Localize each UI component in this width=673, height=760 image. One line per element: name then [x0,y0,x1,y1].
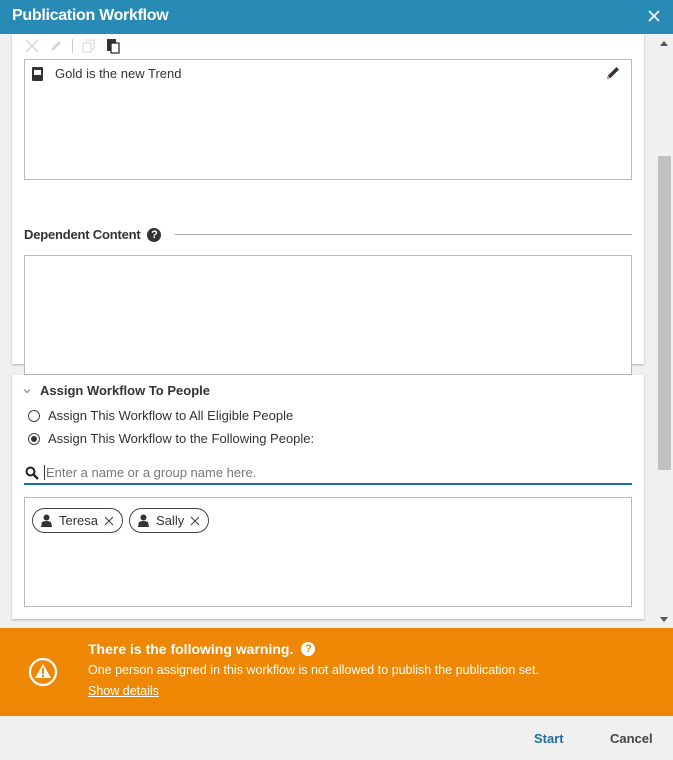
radio-label: Assign This Workflow to All Eligible Peo… [48,408,294,423]
radio-label: Assign This Workflow to the Following Pe… [48,431,315,446]
remove-icon[interactable] [24,38,40,54]
warning-title-text: There is the following warning. [88,641,294,657]
pencil-icon[interactable] [605,65,621,81]
people-search-input[interactable] [44,465,632,480]
book-icon [32,66,43,81]
search-icon [25,466,39,480]
radio-button[interactable] [28,409,40,422]
content-item-label: Gold is the new Trend [55,66,182,81]
toolbar-separator [72,39,73,53]
assign-panel: Assign Workflow To People Assign This Wo… [12,375,644,619]
warning-banner: There is the following warning. ? One pe… [0,628,673,716]
paste-icon[interactable] [105,38,121,54]
person-icon [41,514,52,527]
person-name: Sally [156,513,185,528]
assigned-people-list: Teresa Sally [24,497,632,607]
dialog-body: Gold is the new Trend Dependent Content … [0,34,673,628]
section-divider [175,234,632,235]
warning-message: One person assigned in this workflow is … [88,663,539,677]
warning-title: There is the following warning. ? [88,641,316,657]
remove-person-icon[interactable] [190,516,200,526]
scroll-down-arrow-icon[interactable] [660,617,668,622]
cancel-button[interactable]: Cancel [610,731,653,746]
help-icon[interactable]: ? [301,642,316,656]
vertical-scrollbar[interactable] [655,34,673,628]
warning-icon [28,657,58,687]
scroll-up-arrow-icon[interactable] [660,41,668,46]
radio-following-people[interactable]: Assign This Workflow to the Following Pe… [28,431,314,446]
dependent-content-label: Dependent Content [24,227,141,242]
people-search [24,462,632,485]
dialog-title: Publication Workflow [12,7,169,24]
close-icon[interactable] [645,7,663,25]
radio-all-eligible[interactable]: Assign This Workflow to All Eligible Peo… [28,408,293,423]
content-item[interactable]: Gold is the new Trend [32,66,181,81]
dialog-footer: Start Cancel [0,716,673,760]
show-details-link[interactable]: Show details [88,684,159,698]
edit-icon[interactable] [48,38,64,54]
person-chip[interactable]: Teresa [32,508,124,533]
person-name: Teresa [59,513,99,528]
dependent-content-header: Dependent Content ? [24,227,632,242]
dialog-titlebar: Publication Workflow [0,0,673,34]
chevron-down-icon[interactable] [22,386,32,396]
assign-panel-title: Assign Workflow To People [40,383,210,398]
start-button[interactable]: Start [534,731,564,746]
person-icon [138,514,150,527]
help-icon[interactable]: ? [147,227,162,242]
radio-button-selected[interactable] [28,432,40,445]
people-chips: Teresa Sally [32,508,215,533]
assign-panel-header[interactable]: Assign Workflow To People [22,383,210,398]
person-chip[interactable]: Sally [129,508,210,533]
scrollbar-thumb[interactable] [658,156,671,470]
content-list: Gold is the new Trend [24,59,632,180]
remove-person-icon[interactable] [104,516,114,526]
dependent-content-list [24,255,632,375]
copy-icon[interactable] [81,38,97,54]
content-panel: Gold is the new Trend Dependent Content … [12,34,644,375]
content-toolbar [24,36,129,56]
